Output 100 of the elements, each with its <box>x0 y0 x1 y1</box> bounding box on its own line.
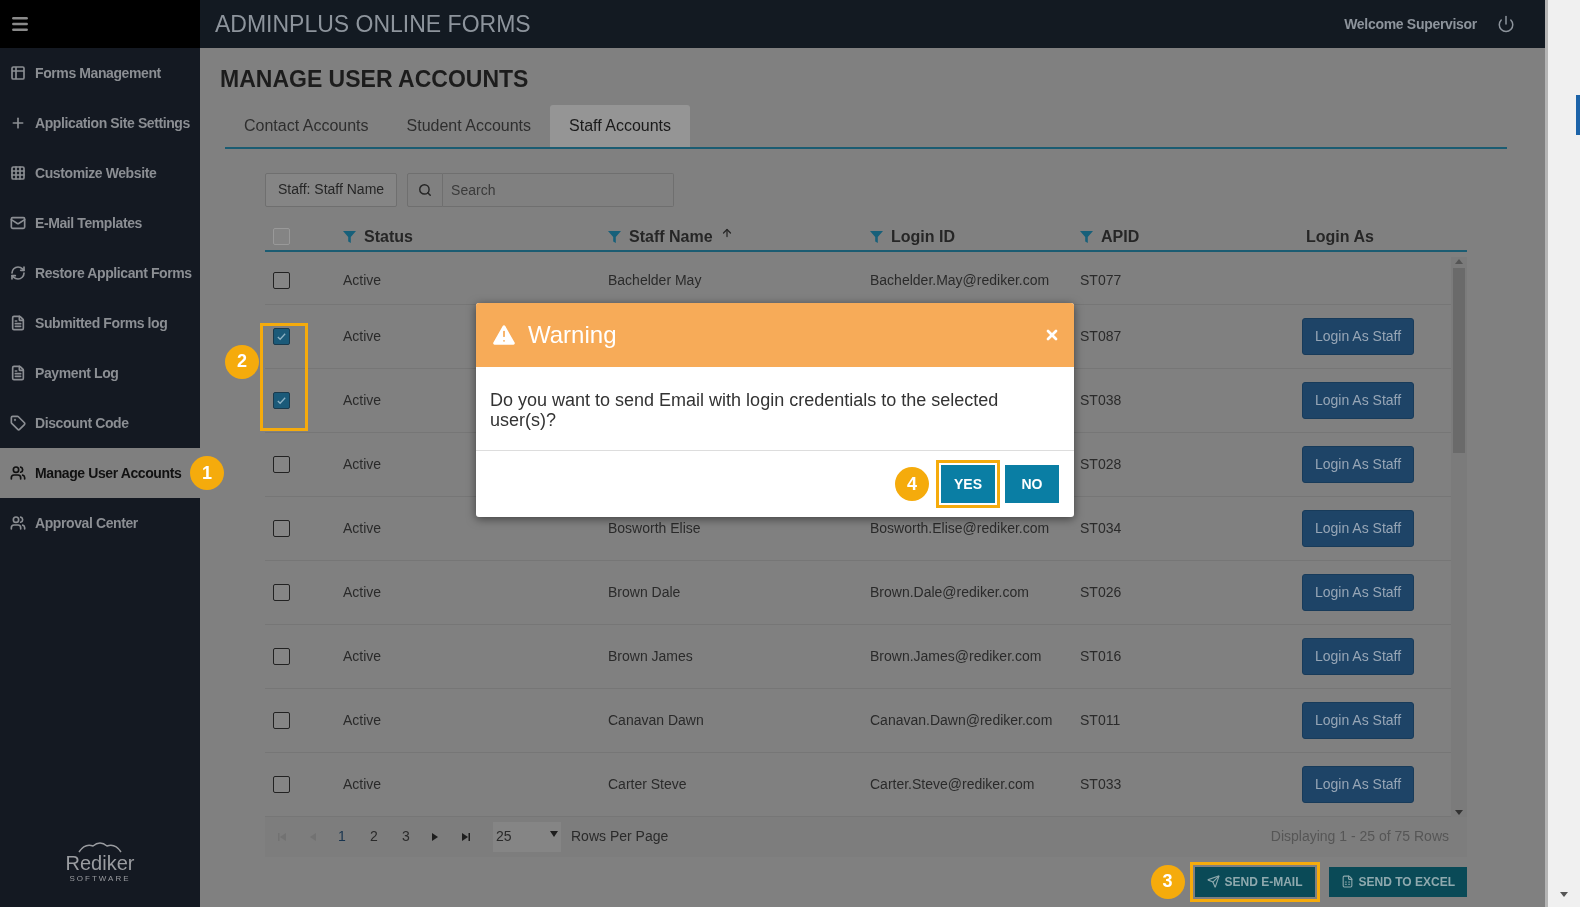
tag-icon <box>10 415 26 431</box>
page-size-select[interactable]: 25 <box>493 821 561 852</box>
paper-plane-icon <box>1206 875 1220 888</box>
last-page-icon[interactable] <box>461 831 471 842</box>
status-cell-text: Active <box>343 270 382 290</box>
login-as-staff-button[interactable]: Login As Staff <box>1302 637 1415 675</box>
column-header[interactable]: APID <box>1080 224 1140 249</box>
rediker-logo: Rediker SOFTWARE <box>0 841 200 885</box>
sort-arrow-icon[interactable] <box>720 226 733 239</box>
sidebar-item[interactable]: Forms Management <box>0 48 200 98</box>
apid-cell-text: ST087 <box>1080 326 1122 346</box>
column-header[interactable]: Login ID <box>870 224 955 249</box>
step-number: 4 <box>895 467 929 501</box>
checkbox[interactable] <box>273 775 290 793</box>
checkbox[interactable] <box>273 391 290 409</box>
login-as-staff-button[interactable]: Login As Staff <box>1302 573 1415 611</box>
checkbox[interactable] <box>273 519 290 537</box>
column-header[interactable]: Staff Name <box>608 224 733 249</box>
table-scrollbar[interactable] <box>1451 256 1467 817</box>
dialog-button[interactable]: NO <box>1005 465 1059 503</box>
apid-cell-text: ST011 <box>1080 710 1121 730</box>
tab[interactable]: Student Accounts <box>387 104 551 147</box>
staff-name-cell-text: Brown James <box>608 646 693 666</box>
login-id-cell-text: Carter.Steve@rediker.com <box>870 774 1035 794</box>
app-title: ADMINPLUS ONLINE FORMS <box>215 9 531 39</box>
sidebar-item[interactable]: Approval Center <box>0 498 200 548</box>
checkbox[interactable] <box>273 583 290 601</box>
step-number: 3 <box>1150 864 1185 899</box>
step-number: 2 <box>225 344 259 379</box>
staff-name-cell-text: Brown Dale <box>608 582 681 602</box>
users-icon <box>10 515 26 531</box>
action-button[interactable]: SEND TO EXCEL <box>1328 866 1467 897</box>
status-cell-text: Active <box>343 646 382 666</box>
status-cell-text: Active <box>343 710 382 730</box>
staff-name-cell-text: Bosworth Elise <box>608 518 701 538</box>
login-id-cell-text: Canavan.Dawn@rediker.com <box>870 710 1053 730</box>
plus-icon <box>10 115 26 131</box>
power-icon[interactable] <box>1497 15 1515 33</box>
checkbox[interactable] <box>273 647 290 665</box>
page-title: MANAGE USER ACCOUNTS <box>220 65 530 94</box>
login-id-cell-text: Brown.James@rediker.com <box>870 646 1042 666</box>
login-as-staff-button[interactable]: Login As Staff <box>1302 317 1415 355</box>
grid-icon <box>10 165 26 181</box>
apid-cell-text: ST033 <box>1080 774 1122 794</box>
staff-name-cell-text: Canavan Dawn <box>608 710 704 730</box>
checkbox[interactable] <box>273 711 290 729</box>
sidebar-item[interactable]: Restore Applicant Forms <box>0 248 200 298</box>
login-as-staff-button[interactable]: Login As Staff <box>1302 765 1415 803</box>
sidebar-item[interactable]: Submitted Forms log <box>0 298 200 348</box>
users-icon <box>10 465 26 481</box>
page-scrollbar[interactable] <box>1545 0 1580 907</box>
column-header[interactable]: Status <box>343 224 413 249</box>
rows-per-page-label: Rows Per Page <box>571 827 669 846</box>
page-number[interactable]: 3 <box>399 826 413 847</box>
step-number: 1 <box>190 456 224 490</box>
apid-cell-text: ST028 <box>1080 454 1122 474</box>
column-header[interactable]: Login As <box>1306 224 1374 249</box>
dialog-title: Warning <box>528 320 617 350</box>
apid-cell-text: ST026 <box>1080 582 1122 602</box>
sidebar-item[interactable]: E-Mail Templates <box>0 198 200 248</box>
filter-field-button[interactable]: Staff: Staff Name <box>265 172 398 207</box>
spreadsheet-icon <box>1340 875 1354 888</box>
action-button[interactable]: SEND E-MAIL <box>1194 866 1315 897</box>
apid-cell-text: ST034 <box>1080 518 1122 538</box>
search-button[interactable] <box>407 172 444 207</box>
form-icon <box>10 65 26 81</box>
sidebar-item[interactable]: Manage User Accounts <box>0 448 200 498</box>
status-cell-text: Active <box>343 518 382 538</box>
login-id-cell-text: Bachelder.May@rediker.com <box>870 270 1050 290</box>
checkbox[interactable] <box>273 455 290 473</box>
dialog-button[interactable]: YES <box>941 465 995 503</box>
apid-cell-text: ST038 <box>1080 390 1122 410</box>
sidebar-item[interactable]: Discount Code <box>0 398 200 448</box>
sidebar-item[interactable]: Application Site Settings <box>0 98 200 148</box>
apid-cell-text: ST016 <box>1080 646 1122 666</box>
checkbox[interactable] <box>273 327 290 345</box>
checkbox[interactable] <box>273 228 290 245</box>
login-as-staff-button[interactable]: Login As Staff <box>1302 701 1415 739</box>
staff-name-cell-text: Carter Steve <box>608 774 687 794</box>
login-as-staff-button[interactable]: Login As Staff <box>1302 445 1415 483</box>
page-number[interactable]: 1 <box>335 826 349 847</box>
document-icon <box>10 365 26 381</box>
search-field[interactable]: Search <box>443 172 675 207</box>
document-icon <box>10 315 26 331</box>
tab[interactable]: Staff Accounts <box>550 104 691 147</box>
welcome-text: Welcome Supervisor <box>1344 14 1477 34</box>
refresh-icon <box>10 265 26 281</box>
login-id-cell-text: Bosworth.Elise@rediker.com <box>870 518 1050 538</box>
page-number[interactable]: 2 <box>367 826 381 847</box>
login-as-staff-button[interactable]: Login As Staff <box>1302 381 1415 419</box>
checkbox[interactable] <box>273 271 290 289</box>
sidebar-item[interactable]: Customize Website <box>0 148 200 198</box>
sidebar-item[interactable]: Payment Log <box>0 348 200 398</box>
staff-name-cell-text: Bachelder May <box>608 270 702 290</box>
next-page-icon[interactable] <box>431 831 439 842</box>
tab[interactable]: Contact Accounts <box>225 104 388 147</box>
login-as-staff-button[interactable]: Login As Staff <box>1302 509 1415 547</box>
status-cell-text: Active <box>343 454 382 474</box>
menu-icon[interactable] <box>10 14 30 34</box>
status-cell-text: Active <box>343 582 382 602</box>
